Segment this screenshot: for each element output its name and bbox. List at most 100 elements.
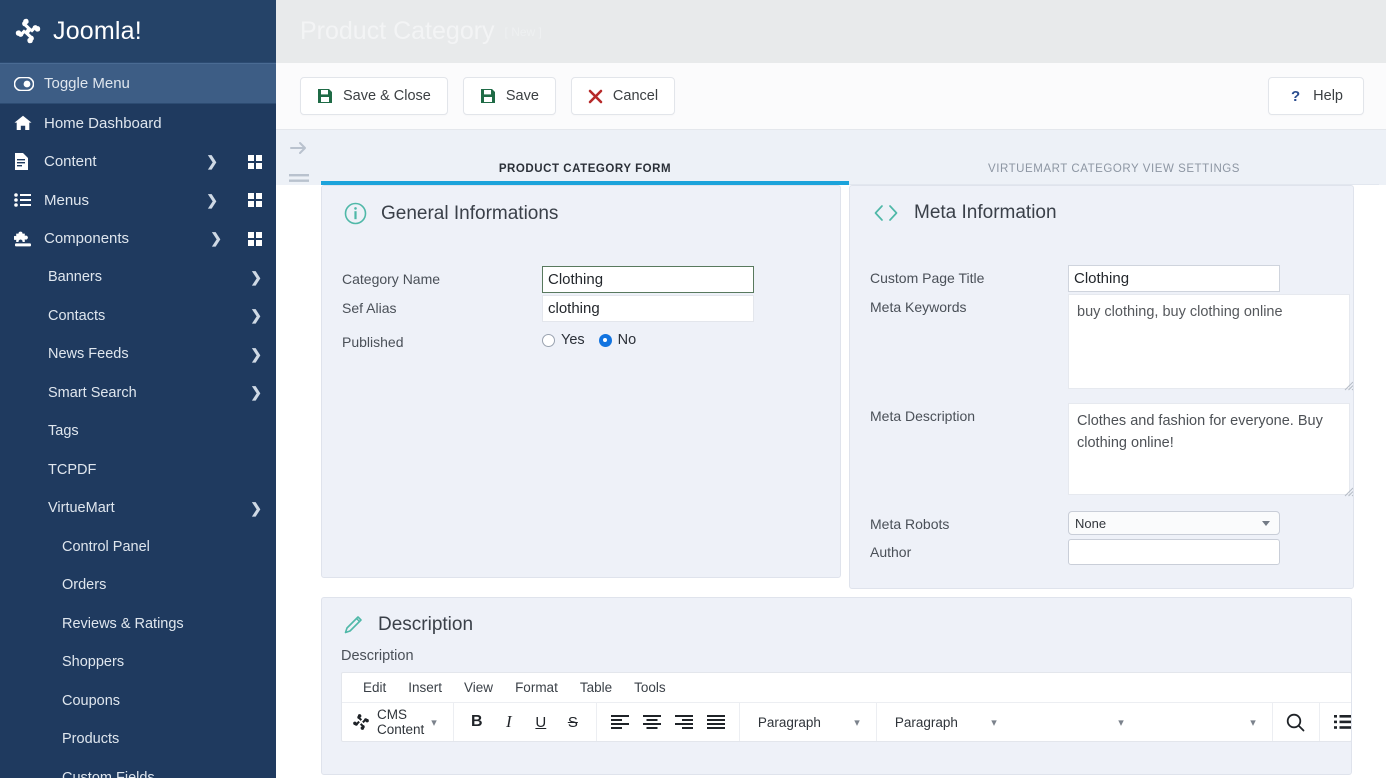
sidebar-item-orders[interactable]: Orders — [0, 566, 276, 605]
tab-virtuemart-category-view-settings[interactable]: VIRTUEMART CATEGORY VIEW SETTINGS — [849, 163, 1379, 185]
cms-content-dropdown[interactable]: CMS Content ▾ — [372, 707, 445, 737]
sef-alias-input[interactable] — [542, 295, 754, 322]
sidebar-item-news-feeds[interactable]: News Feeds ❯ — [0, 335, 276, 374]
sidebar-item-label: Reviews & Ratings — [62, 615, 184, 632]
menu-tools[interactable]: Tools — [623, 680, 677, 695]
custom-page-title-input[interactable] — [1068, 265, 1280, 292]
author-input[interactable] — [1068, 539, 1280, 565]
underline-button[interactable]: U — [526, 707, 556, 737]
sidebar-item-label: Contacts — [48, 307, 106, 324]
grid-icon[interactable] — [248, 154, 262, 169]
meta-robots-label: Meta Robots — [870, 516, 950, 532]
published-label: Published — [342, 334, 404, 350]
sidebar-item-contacts[interactable]: Contacts ❯ — [0, 297, 276, 336]
save-close-button[interactable]: Save & Close — [300, 77, 448, 115]
menu-edit[interactable]: Edit — [352, 680, 397, 695]
joomla-icon — [352, 713, 370, 731]
list-group: ▾ — [1320, 703, 1351, 741]
top-panels: General Informations Category Name Sef A… — [321, 185, 1386, 589]
sidebar-item-custom-fields[interactable]: Custom Fields — [0, 759, 276, 778]
radio-no-icon — [598, 333, 612, 347]
strikethrough-button[interactable]: S — [558, 707, 588, 737]
font-family-select[interactable]: ▾ — [1007, 707, 1132, 737]
menu-insert[interactable]: Insert — [397, 680, 453, 695]
tab-label: PRODUCT CATEGORY FORM — [498, 163, 672, 175]
sidebar-item-label: TCPDF — [48, 461, 97, 478]
save-button[interactable]: Save — [462, 77, 556, 115]
arrow-right-icon[interactable] — [289, 140, 309, 156]
chevron-down-icon: ▾ — [854, 716, 860, 729]
meta-description-textarea[interactable]: Clothes and fashion for everyone. Buy cl… — [1068, 403, 1350, 495]
sidebar-item-content[interactable]: Content ❯ — [0, 143, 276, 182]
align-left-icon[interactable] — [605, 707, 635, 737]
menu-format[interactable]: Format — [504, 680, 569, 695]
published-row: Published Yes No — [322, 329, 840, 350]
block-format-select-1[interactable]: Paragraph ▾ — [748, 707, 868, 737]
bold-button[interactable]: B — [462, 707, 492, 737]
align-justify-icon[interactable] — [701, 707, 731, 737]
sidebar-item-products[interactable]: Products — [0, 720, 276, 759]
brand[interactable]: Joomla! — [0, 0, 276, 63]
sidebar-item-label: Tags — [48, 423, 79, 440]
sidebar-item-control-panel[interactable]: Control Panel — [0, 528, 276, 567]
tab-product-category-form[interactable]: PRODUCT CATEGORY FORM — [321, 163, 849, 185]
sidebar-item-reviews-ratings[interactable]: Reviews & Ratings — [0, 605, 276, 644]
sidebar-item-tcpdf[interactable]: TCPDF — [0, 451, 276, 490]
meta-robots-select[interactable]: None — [1068, 511, 1280, 535]
sef-alias-row: Sef Alias — [322, 295, 840, 322]
search-icon[interactable] — [1281, 707, 1311, 737]
sidebar-item-components[interactable]: Components ❯ — [0, 220, 276, 259]
save-icon — [317, 88, 333, 104]
block-format-group-2: Paragraph ▾ ▾ ▾ — [877, 703, 1272, 741]
cms-content-label: CMS Content — [377, 707, 425, 737]
help-button[interactable]: ? Help — [1268, 77, 1364, 115]
tab-strip: PRODUCT CATEGORY FORM VIRTUEMART CATEGOR… — [276, 130, 1386, 188]
published-no-option[interactable]: No — [598, 332, 636, 348]
grid-icon[interactable] — [248, 231, 262, 246]
menu-view[interactable]: View — [453, 680, 504, 695]
bullet-list-icon[interactable] — [1328, 707, 1351, 737]
sidebar-item-menus[interactable]: Menus ❯ — [0, 181, 276, 220]
italic-button[interactable]: I — [494, 707, 524, 737]
sidebar-item-banners[interactable]: Banners ❯ — [0, 258, 276, 297]
chevron-down-icon: ❯ — [210, 230, 222, 247]
sidebar-item-shoppers[interactable]: Shoppers — [0, 643, 276, 682]
chevron-down-icon: ▾ — [991, 716, 997, 729]
page-header: Product Category [ New ] — [276, 0, 1386, 63]
align-center-icon[interactable] — [637, 707, 667, 737]
home-icon — [14, 115, 40, 131]
sidebar-item-smart-search[interactable]: Smart Search ❯ — [0, 374, 276, 413]
pencil-icon — [342, 614, 364, 636]
chevron-right-icon: ❯ — [250, 268, 262, 285]
author-row: Author — [850, 539, 1353, 565]
sef-alias-label: Sef Alias — [342, 300, 397, 316]
published-yes-option[interactable]: Yes — [542, 332, 585, 348]
sidebar-item-home-dashboard[interactable]: Home Dashboard — [0, 104, 276, 143]
tab-label: VIRTUEMART CATEGORY VIEW SETTINGS — [987, 163, 1241, 175]
sidebar-item-label: Banners — [48, 269, 103, 286]
grid-icon[interactable] — [248, 193, 262, 208]
align-right-icon[interactable] — [669, 707, 699, 737]
panel-header: General Informations — [322, 186, 840, 239]
chevron-right-icon: ❯ — [250, 345, 262, 362]
cancel-button[interactable]: Cancel — [570, 77, 676, 115]
puzzle-icon — [14, 231, 40, 247]
help-label: Help — [1313, 88, 1343, 104]
sidebar-item-tags[interactable]: Tags — [0, 412, 276, 451]
block-format-select-2[interactable]: Paragraph ▾ — [885, 707, 1005, 737]
sidebar-item-virtuemart[interactable]: VirtueMart ❯ — [0, 489, 276, 528]
published-radio-group: Yes No — [542, 329, 636, 348]
menu-table[interactable]: Table — [569, 680, 623, 695]
font-size-select[interactable]: ▾ — [1134, 707, 1264, 737]
sidebar-item-coupons[interactable]: Coupons — [0, 682, 276, 721]
sidebar-item-toggle-menu[interactable]: Toggle Menu — [0, 63, 276, 104]
meta-keywords-textarea[interactable]: buy clothing, buy clothing online — [1068, 294, 1350, 389]
block-format-label-1: Paragraph — [757, 714, 821, 730]
radio-yes-icon — [542, 333, 555, 347]
published-yes-label: Yes — [561, 332, 585, 348]
meta-description-row: Meta Description Clothes and fashion for… — [850, 403, 1353, 497]
chevron-right-icon: ❯ — [250, 307, 262, 324]
alignment-group — [597, 703, 740, 741]
chevron-down-icon: ▾ — [431, 716, 437, 729]
category-name-input[interactable] — [542, 266, 754, 293]
